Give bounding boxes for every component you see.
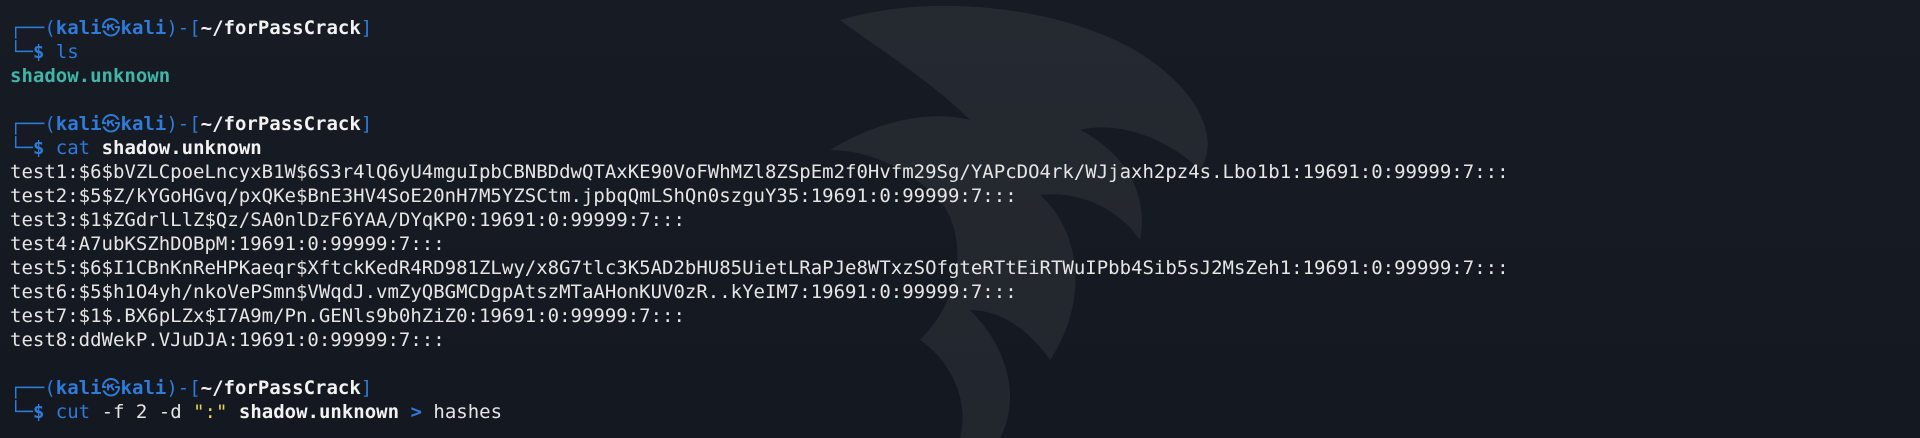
shadow-line: test7:$1$.BX6pLZx$I7A9m/Pn.GENls9b0hZiZ0…	[10, 305, 685, 327]
shadow-line: test5:$6$I1CBnKnReHPKaeqr$XftckKedR4RD98…	[10, 257, 1509, 279]
prompt-line: ┌──(kali㉿kali)-[~/forPassCrack]	[10, 17, 373, 39]
prompt-line: ┌──(kali㉿kali)-[~/forPassCrack]	[10, 377, 373, 399]
redirect-operator: >	[410, 401, 422, 423]
skull-icon: ㉿	[101, 17, 121, 39]
shadow-line: test8:ddWekP.VJuDJA:19691:0:99999:7:::	[10, 329, 445, 351]
shadow-line: test3:$1$ZGdrlLlZ$Qz/SA0nlDzF6YAA/DYqKP0…	[10, 209, 685, 231]
skull-icon: ㉿	[101, 113, 121, 135]
skull-icon: ㉿	[101, 377, 121, 399]
prompt-path: ~/forPassCrack	[200, 17, 361, 39]
prompt-host: kali	[120, 377, 167, 399]
prompt-path: ~/forPassCrack	[200, 113, 361, 135]
command-arg: shadow.unknown	[101, 137, 262, 159]
file-name: shadow.unknown	[10, 65, 171, 87]
shadow-line: test4:A7ubKSZhDOBpM:19691:0:99999:7:::	[10, 233, 445, 255]
prompt-path: ~/forPassCrack	[200, 377, 361, 399]
command-flags: -f 2 -d	[101, 401, 182, 423]
command-name: ls	[55, 41, 79, 63]
terminal-window[interactable]: ┌──(kali㉿kali)-[~/forPassCrack] └─$ ls s…	[0, 0, 1920, 438]
prompt-host: kali	[120, 17, 167, 39]
prompt-user: kali	[55, 17, 102, 39]
prompt-user: kali	[55, 113, 102, 135]
command-line: └─$ ls	[10, 41, 79, 63]
command-delimiter: ":"	[193, 401, 228, 423]
command-arg: shadow.unknown	[238, 401, 400, 423]
prompt-line: ┌──(kali㉿kali)-[~/forPassCrack]	[10, 113, 373, 135]
shadow-line: test2:$5$Z/kYGoHGvq/pxQKe$BnE3HV4SoE20nH…	[10, 185, 1017, 207]
terminal-output: ┌──(kali㉿kali)-[~/forPassCrack] └─$ ls s…	[10, 16, 1910, 424]
prompt-host: kali	[120, 113, 167, 135]
prompt-user: kali	[55, 377, 102, 399]
output-file: hashes	[433, 401, 503, 423]
shadow-line: test1:$6$bVZLCpoeLncyxB1W$6S3r4lQ6yU4mgu…	[10, 161, 1509, 183]
command-line[interactable]: └─$ cut -f 2 -d ":" shadow.unknown > has…	[10, 400, 1910, 424]
shadow-line: test6:$5$h1O4yh/nkoVePSmn$VWqdJ.vmZyQBGM…	[10, 281, 1017, 303]
ls-output-line: shadow.unknown	[10, 64, 1910, 88]
command-name: cat	[55, 137, 91, 159]
command-name: cut	[55, 401, 91, 423]
command-line: └─$ cat shadow.unknown	[10, 137, 262, 159]
